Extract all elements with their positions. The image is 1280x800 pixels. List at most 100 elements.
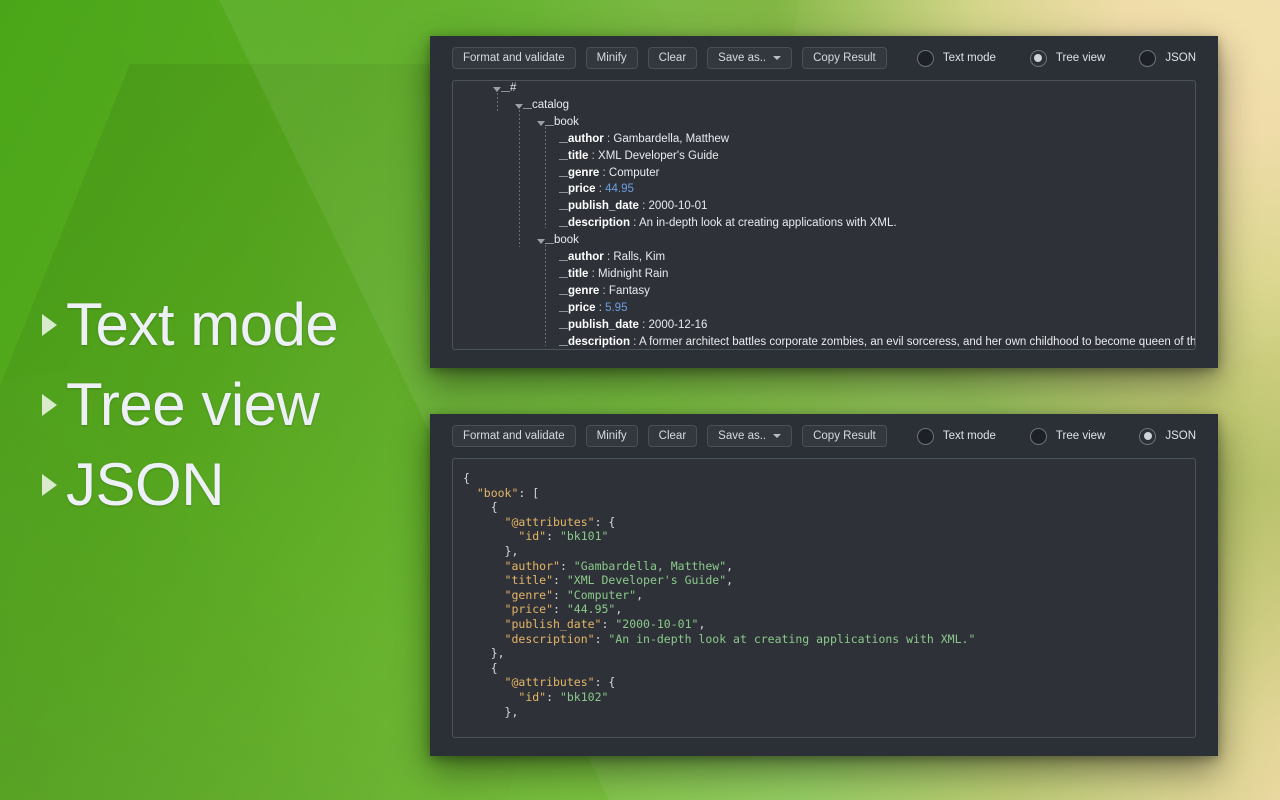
tree-field-separator: : bbox=[599, 284, 609, 297]
tree-node-label: title : XML Developer's Guide bbox=[568, 150, 719, 162]
radio-tree-view-top[interactable]: Tree view bbox=[1029, 49, 1106, 67]
tree-field-key: author bbox=[568, 251, 604, 263]
json-token-punct: : bbox=[553, 587, 567, 602]
view-mode-radio-group-bottom: Text mode Tree view JSON bbox=[883, 414, 1196, 458]
tree-node-label: book bbox=[554, 234, 579, 246]
format-and-validate-button[interactable]: Format and validate bbox=[452, 425, 576, 447]
json-token-punct bbox=[463, 617, 505, 631]
tree-connector-line bbox=[559, 344, 568, 346]
json-line: "genre": "Computer", bbox=[463, 588, 1195, 603]
json-token-punct: : bbox=[553, 602, 567, 617]
format-and-validate-button[interactable]: Format and validate bbox=[452, 47, 576, 69]
chevron-down-icon bbox=[773, 434, 782, 438]
copy-result-label: Copy Result bbox=[813, 430, 876, 442]
json-token-key: "description" bbox=[504, 631, 595, 646]
bullet-item: JSON bbox=[42, 448, 338, 522]
tree-connector-line bbox=[559, 141, 568, 143]
json-token-key: "publish_date" bbox=[504, 616, 602, 631]
tree-connector-line bbox=[523, 107, 532, 109]
editor-panel-tree: Format and validate Minify Clear Save as… bbox=[430, 36, 1218, 368]
radio-text-mode-bottom[interactable]: Text mode bbox=[916, 427, 996, 445]
clear-button[interactable]: Clear bbox=[647, 47, 698, 69]
tree-field-key: genre bbox=[568, 166, 600, 179]
tree-field-value: 2000-12-16 bbox=[648, 318, 708, 331]
collapse-arrow-icon[interactable] bbox=[515, 103, 523, 109]
json-line: "book": [ bbox=[463, 486, 1195, 501]
collapse-arrow-icon[interactable] bbox=[537, 120, 545, 126]
format-and-validate-label: Format and validate bbox=[463, 52, 565, 64]
radio-text-mode-top[interactable]: Text mode bbox=[916, 49, 996, 67]
json-token-punct: , bbox=[726, 573, 734, 588]
collapse-arrow-icon[interactable] bbox=[493, 87, 501, 92]
save-as-dropdown[interactable]: Save as.. bbox=[707, 47, 793, 69]
json-token-punct bbox=[463, 559, 505, 573]
radio-text-mode-label: Text mode bbox=[942, 430, 996, 442]
tree-guide-line bbox=[545, 126, 546, 229]
radio-json-bottom[interactable]: JSON bbox=[1139, 427, 1196, 445]
tree-field-key: publish_date bbox=[568, 318, 639, 331]
json-line: }, bbox=[463, 544, 1195, 559]
tree-field-key: author bbox=[568, 132, 604, 145]
minify-button[interactable]: Minify bbox=[585, 425, 638, 447]
tree-guide-line bbox=[545, 245, 546, 347]
json-token-str: "Gambardella, Matthew" bbox=[573, 558, 727, 573]
tree-field-value: XML Developer's Guide bbox=[598, 149, 719, 162]
json-token-str: "XML Developer's Guide" bbox=[566, 573, 727, 588]
json-line: { bbox=[463, 500, 1195, 515]
tree-field-key: description bbox=[568, 217, 630, 230]
json-token-key: "@attributes" bbox=[504, 514, 595, 529]
json-line: { bbox=[463, 661, 1195, 676]
tree-connector-line bbox=[559, 158, 568, 160]
json-line: { bbox=[463, 471, 1195, 486]
tree-field-value: Gambardella, Matthew bbox=[613, 132, 730, 145]
radio-tree-view-bottom[interactable]: Tree view bbox=[1029, 427, 1105, 445]
tree-field-key: title bbox=[568, 267, 589, 280]
json-line: "@attributes": { bbox=[463, 675, 1195, 690]
copy-result-label: Copy Result bbox=[813, 52, 876, 64]
radio-indicator-icon bbox=[1029, 427, 1047, 445]
radio-indicator-icon bbox=[1139, 49, 1157, 67]
tree-connector-line bbox=[501, 91, 510, 92]
minify-button[interactable]: Minify bbox=[585, 47, 638, 69]
json-token-str: "bk102" bbox=[559, 689, 609, 704]
feature-bullet-list: Text mode Tree view JSON bbox=[42, 288, 339, 528]
minify-label: Minify bbox=[596, 430, 627, 442]
tree-connector-line bbox=[559, 293, 568, 295]
copy-result-button[interactable]: Copy Result bbox=[802, 425, 887, 447]
radio-json-top[interactable]: JSON bbox=[1139, 49, 1196, 67]
tree-field-separator: : bbox=[588, 149, 599, 162]
radio-indicator-icon bbox=[1139, 427, 1157, 445]
clear-button[interactable]: Clear bbox=[647, 425, 698, 447]
collapse-arrow-icon[interactable] bbox=[537, 239, 545, 245]
tree-view-content[interactable]: # catalog book author : Gambardella, Matthe… bbox=[452, 80, 1196, 350]
clear-label: Clear bbox=[658, 52, 687, 64]
json-token-punct bbox=[463, 690, 518, 704]
json-view-content[interactable]: { "book": [ { "@attributes": { "id": "bk… bbox=[452, 458, 1196, 738]
json-line: "title": "XML Developer's Guide", bbox=[463, 573, 1195, 588]
triangle-bullet-icon bbox=[42, 314, 57, 336]
toolbar-bottom: Format and validate Minify Clear Save as… bbox=[430, 414, 1218, 458]
tree-connector-line bbox=[559, 175, 568, 177]
triangle-bullet-icon bbox=[42, 474, 57, 496]
save-as-label: Save as.. bbox=[718, 52, 767, 64]
tree-connector-line bbox=[559, 310, 568, 312]
radio-tree-view-label: Tree view bbox=[1055, 52, 1106, 64]
tree-field-key: price bbox=[568, 301, 596, 314]
bullet-label: JSON bbox=[66, 451, 225, 518]
triangle-bullet-icon bbox=[42, 394, 57, 416]
tree-connector-line bbox=[545, 243, 554, 245]
copy-result-button[interactable]: Copy Result bbox=[802, 47, 887, 69]
json-token-punct: }, bbox=[463, 646, 505, 661]
tree-node-label: genre : Computer bbox=[568, 167, 659, 179]
tree-field-key: title bbox=[568, 149, 589, 162]
tree-field-value: Midnight Rain bbox=[598, 267, 669, 280]
tree-field-key: genre bbox=[568, 284, 600, 297]
tree-field-key: description bbox=[568, 335, 630, 348]
save-as-dropdown[interactable]: Save as.. bbox=[707, 425, 793, 447]
tree-field-value: A former architect battles corporate zom… bbox=[638, 335, 1196, 348]
save-as-label: Save as.. bbox=[718, 430, 767, 442]
tree-field-separator: : bbox=[595, 183, 606, 196]
json-code: { "book": [ { "@attributes": { "id": "bk… bbox=[453, 459, 1195, 719]
tree-node-label: author : Gambardella, Matthew bbox=[568, 133, 729, 145]
tree-node-label: # bbox=[510, 82, 516, 94]
